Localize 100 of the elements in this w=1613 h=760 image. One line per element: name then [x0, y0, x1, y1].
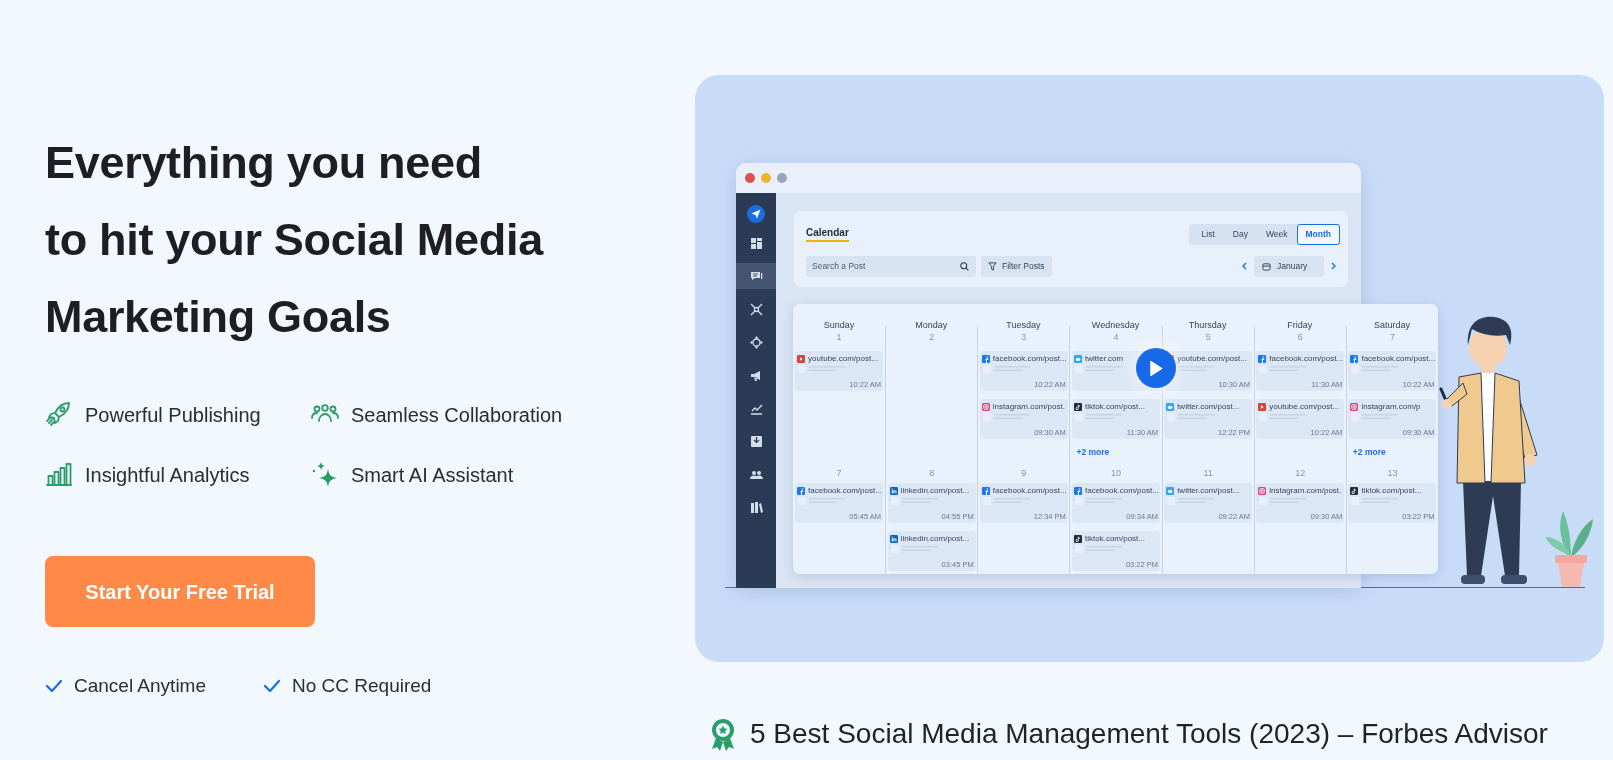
post-url: linkedin.com/post... — [900, 485, 970, 496]
date-number: 7 — [836, 467, 842, 480]
perk-label: No CC Required — [292, 675, 432, 697]
placeholder-drawing — [1350, 496, 1399, 506]
date-number: 11 — [1203, 467, 1213, 480]
social-logo-icon — [1074, 402, 1082, 411]
social-logo-icon — [1074, 534, 1082, 543]
view-tab[interactable]: Month — [1296, 223, 1340, 245]
placeholder-drawing — [1350, 364, 1399, 374]
award-text: 5 Best Social Media Management Tools (2023) – Forbes Advisor — [750, 717, 1548, 751]
megaphone-icon — [749, 368, 763, 382]
search-field[interactable]: Search a Post — [806, 255, 976, 277]
placeholder-drawing — [1258, 364, 1307, 374]
placeholder-drawing — [1074, 544, 1122, 554]
day-name: Monday — [915, 320, 948, 330]
social-logo-icon — [1350, 402, 1359, 411]
calendar-title: Calendar — [806, 226, 849, 242]
post-url: youtube.com/post... — [1177, 353, 1247, 364]
message-icon — [749, 269, 763, 283]
feature-label: Insightful Analytics — [85, 463, 250, 487]
post-url: instagram.com/p — [1361, 401, 1421, 412]
social-logo-icon — [1258, 354, 1267, 363]
date-number: 3 — [1021, 331, 1027, 344]
post-url: twitter.com/post... — [1177, 401, 1240, 412]
placeholder-drawing — [981, 496, 1030, 506]
post-url: facebook.com/post... — [1269, 353, 1344, 364]
date-number: 10 — [1111, 467, 1121, 480]
view-tab[interactable]: Day — [1223, 223, 1257, 245]
day-name: Saturday — [1373, 320, 1410, 330]
post-url: youtube.com/post... — [1269, 401, 1340, 412]
funnel-icon — [988, 261, 997, 271]
headline: Everything you need to hit your Social Media Marketing Goals — [45, 136, 545, 344]
day-name: Tuesday — [1006, 320, 1041, 330]
feature-label: Smart AI Assistant — [351, 463, 514, 487]
feature-label: Seamless Collaboration — [351, 403, 563, 427]
post-url: instagram.com/post. — [1269, 485, 1342, 496]
nodes-icon — [749, 302, 763, 316]
tray-icon — [749, 434, 763, 448]
post-url: facebook.com/post... — [992, 353, 1067, 364]
social-logo-icon — [1258, 486, 1267, 495]
social-logo-icon — [1258, 402, 1267, 411]
view-tab[interactable]: List — [1192, 223, 1224, 245]
placeholder-drawing — [1074, 496, 1122, 506]
date-number: 9 — [1021, 467, 1027, 480]
social-logo-icon — [981, 402, 990, 411]
post-url: facebook.com/post... — [1361, 353, 1436, 364]
social-logo-icon — [889, 534, 898, 543]
check-icon — [45, 679, 63, 693]
perk-label: Cancel Anytime — [74, 675, 206, 697]
social-logo-icon — [981, 486, 990, 495]
arrows-icon — [749, 335, 763, 349]
social-logo-icon — [981, 354, 990, 363]
social-logo-icon — [1350, 486, 1359, 495]
more-link[interactable]: +2 more — [1352, 447, 1386, 458]
logo-icon — [747, 205, 765, 223]
post-url: linkedin.com/post... — [900, 533, 970, 544]
placeholder-drawing — [1350, 412, 1399, 422]
placeholder-drawing — [1166, 412, 1215, 422]
placeholder-drawing — [981, 412, 1030, 422]
bar-chart-icon — [45, 461, 73, 489]
more-link[interactable]: +2 more — [1076, 447, 1110, 458]
chevron-left-icon — [1241, 262, 1247, 270]
placeholder-drawing — [797, 496, 846, 506]
video-panel[interactable] — [695, 75, 1604, 662]
post-url: facebook.com/post... — [992, 485, 1067, 496]
view-tab[interactable]: Week — [1256, 223, 1297, 245]
placeholder-drawing — [1074, 364, 1122, 374]
date-number: 4 — [1113, 331, 1119, 344]
placeholder-drawing — [1166, 496, 1215, 506]
post-url: tiktok.com/post... — [1361, 485, 1422, 496]
social-logo-icon — [1074, 354, 1082, 363]
books-icon — [749, 500, 763, 514]
filter-button[interactable]: Filter Posts — [981, 255, 1052, 277]
post-url: youtube.com/post... — [808, 353, 878, 364]
placeholder-drawing — [889, 544, 938, 554]
day-name: Thursday — [1188, 320, 1227, 330]
date-number: 12 — [1295, 467, 1306, 480]
date-number: 13 — [1387, 467, 1398, 480]
placeholder-drawing — [981, 364, 1030, 374]
day-name: Sunday — [823, 320, 855, 330]
social-logo-icon — [1074, 486, 1082, 495]
post-url: tiktok.com/post... — [1085, 533, 1145, 544]
date-number: 5 — [1205, 331, 1211, 344]
award-ribbon-icon — [710, 717, 736, 751]
date-number: 8 — [929, 467, 935, 480]
placeholder-drawing — [1074, 412, 1122, 422]
post-url: twitter.com — [1085, 353, 1124, 364]
social-logo-icon — [1166, 402, 1175, 411]
day-name: Wednesday — [1091, 320, 1140, 330]
rocket-icon — [45, 401, 73, 429]
calendar-icon — [1262, 261, 1271, 271]
chevron-right-icon — [1331, 262, 1337, 270]
date-number: 6 — [1297, 331, 1303, 344]
post-url: instagram.com/post. — [992, 401, 1065, 412]
social-logo-icon — [797, 354, 806, 363]
month-picker[interactable]: January — [1254, 255, 1324, 277]
post-url: tiktok.com/post... — [1085, 401, 1145, 412]
sidebar-button[interactable] — [736, 263, 776, 289]
date-number: 7 — [1389, 331, 1395, 344]
post-url: facebook.com/post... — [808, 485, 882, 496]
